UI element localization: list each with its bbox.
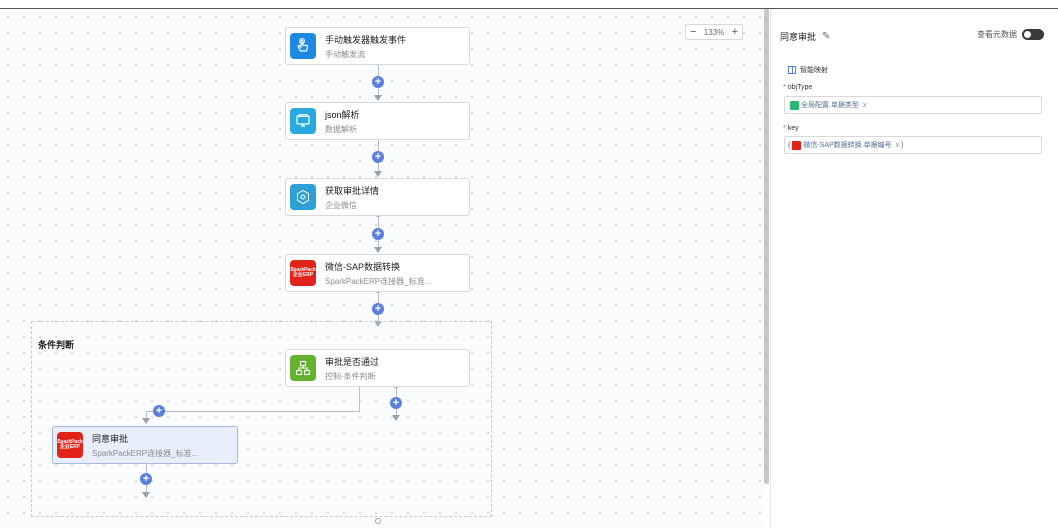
- node-subtitle: 企业微信: [325, 200, 357, 210]
- branch-tree-icon: [290, 355, 316, 381]
- arrow-down-icon: [374, 95, 382, 101]
- required-mark: *: [783, 84, 786, 91]
- toggle-knob: [1024, 31, 1031, 38]
- variable-tag-icon: [792, 140, 802, 150]
- node-title: 审批是否通过: [325, 356, 380, 367]
- add-step-button[interactable]: +: [372, 228, 384, 240]
- flow-node-approve[interactable]: SparkPack 企业ERP 同意审批 SparkPackERP连接器_标准.…: [52, 426, 238, 464]
- arrow-down-icon: [142, 492, 150, 498]
- hexagon-icon: [290, 184, 316, 210]
- connector-line: [378, 163, 379, 171]
- mapping-icon: [788, 66, 796, 74]
- zoom-out-button[interactable]: −: [690, 26, 696, 38]
- monitor-icon: [290, 108, 316, 134]
- connector-line: [378, 88, 379, 95]
- smart-mapping-label: 智能映射: [800, 67, 828, 74]
- sparkpack-logo-icon: SparkPack 企业ERP: [290, 260, 316, 286]
- sparkpack-logo-icon: SparkPack 企业ERP: [57, 432, 83, 458]
- zoom-level: 133%: [703, 27, 725, 37]
- edit-icon[interactable]: ✎: [822, 31, 830, 42]
- zoom-in-button[interactable]: +: [732, 26, 738, 38]
- node-title: 微信-SAP数据转换: [325, 261, 401, 272]
- node-title: 手动触发器触发事件: [325, 34, 407, 45]
- required-mark: *: [783, 125, 786, 132]
- connector-line: [378, 293, 379, 303]
- panel-title: 同意审批: [780, 32, 817, 42]
- node-subtitle: SparkPackERP连接器_标准...: [92, 448, 199, 458]
- remove-tag-button[interactable]: x: [896, 142, 900, 149]
- arrow-down-icon: [374, 171, 382, 177]
- field-suffix: ): [901, 141, 904, 149]
- add-step-button[interactable]: +: [372, 303, 384, 315]
- connector-line: [378, 240, 379, 247]
- node-subtitle: 手动触发流: [325, 49, 365, 59]
- node-title: 同意审批: [92, 433, 129, 444]
- tap-hand-icon: [290, 33, 316, 59]
- add-step-button[interactable]: +: [372, 151, 384, 163]
- branch-line: [146, 411, 147, 418]
- arrow-down-icon: [142, 418, 150, 424]
- field-label-key: * key: [783, 125, 799, 132]
- objtype-field[interactable]: 全局配置.单据类型 x: [784, 96, 1042, 114]
- variable-tag: 微信-SAP数据转换.单据编号: [803, 142, 892, 149]
- metadata-toggle-label: 查看元数据: [977, 30, 1017, 39]
- remove-tag-button[interactable]: x: [863, 102, 867, 109]
- key-field[interactable]: ( 微信-SAP数据转换.单据编号 x ): [784, 136, 1042, 154]
- connector-line: [146, 463, 147, 473]
- arrow-down-icon: [374, 247, 382, 253]
- field-label-objtype: * objType: [783, 84, 812, 91]
- flow-node-get-approval[interactable]: 获取审批详情 企业微信: [285, 178, 470, 216]
- add-step-button[interactable]: +: [372, 76, 384, 88]
- add-step-button[interactable]: +: [390, 397, 402, 409]
- field-label-text: objType: [787, 84, 813, 91]
- canvas-scrollbar[interactable]: [764, 9, 769, 484]
- add-step-button[interactable]: +: [140, 473, 152, 485]
- node-title: json解析: [325, 109, 360, 120]
- properties-panel: 同意审批 ✎ 查看元数据 智能映射 * objType 全局配置.单据类型 x *…: [771, 9, 1058, 528]
- flow-node-json-parse[interactable]: json解析 数据解析: [285, 102, 470, 140]
- logo-subtext: 企业ERP: [59, 444, 81, 450]
- connector-line: [378, 140, 379, 151]
- node-subtitle: 控制-条件判断: [325, 371, 376, 381]
- metadata-toggle-wrap: 查看元数据: [977, 29, 1044, 40]
- variable-tag-icon: [790, 100, 799, 110]
- field-label-text: key: [787, 125, 799, 132]
- smart-mapping-link[interactable]: 智能映射: [788, 65, 828, 75]
- connector-line: [378, 64, 379, 76]
- branch-line: [146, 411, 360, 412]
- flow-node-manual-trigger[interactable]: 手动触发器触发事件 手动触发流: [285, 27, 470, 65]
- branch-line: [359, 386, 360, 411]
- group-output-port[interactable]: [375, 518, 381, 524]
- arrow-down-icon: [392, 415, 400, 421]
- zoom-control: − 133% +: [685, 24, 743, 40]
- flow-node-condition[interactable]: 审批是否通过 控制-条件判断: [285, 349, 470, 387]
- connector-line: [378, 217, 379, 228]
- condition-group-title: 条件判断: [38, 340, 75, 350]
- connector-line: [146, 485, 147, 492]
- logo-subtext: 企业ERP: [292, 272, 314, 278]
- field-prefix: (: [788, 141, 791, 149]
- flow-node-wechat-sap[interactable]: SparkPack 企业ERP 微信-SAP数据转换 SparkPackERP连…: [285, 254, 470, 292]
- node-subtitle: 数据解析: [325, 124, 357, 134]
- panel-header: 同意审批 ✎: [780, 30, 830, 43]
- variable-tag: 全局配置.单据类型: [801, 102, 859, 109]
- node-title: 获取审批详情: [325, 185, 380, 196]
- node-subtitle: SparkPackERP连接器_标准...: [325, 276, 432, 286]
- add-branch-step-button[interactable]: +: [153, 405, 165, 417]
- metadata-toggle[interactable]: [1022, 29, 1044, 40]
